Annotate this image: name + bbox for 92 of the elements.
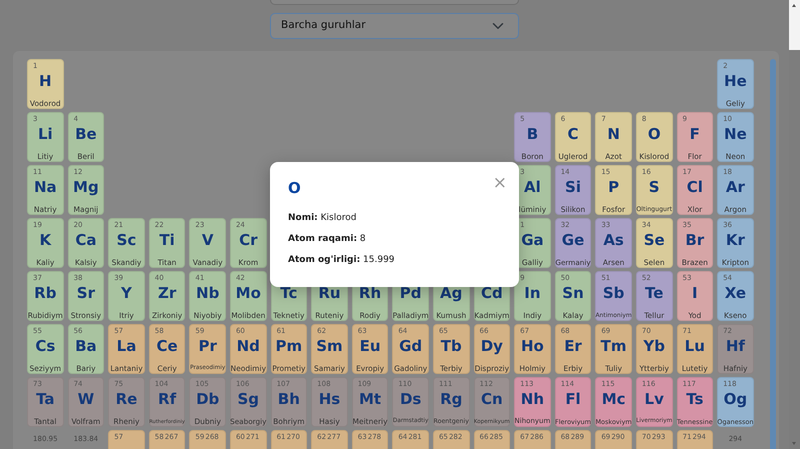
element-symbol: Al (523, 179, 542, 196)
element-symbol: Te (644, 285, 664, 302)
element-symbol: He (723, 73, 748, 90)
detail-text: Nomi: Kislorod (288, 213, 358, 224)
element-symbol: Dy (480, 338, 504, 354)
element-symbol: S (648, 179, 661, 196)
element-symbol: Rh (358, 285, 382, 302)
element-symbol: Cd (480, 285, 504, 302)
element-symbol: Eu (358, 338, 382, 354)
element-symbol: Tm (600, 338, 628, 354)
element-symbol: Hs (318, 391, 342, 408)
element-symbol: As (602, 232, 625, 248)
element-symbol: V (200, 232, 214, 248)
element-symbol: Cl (686, 179, 704, 196)
element-symbol: Bh (276, 391, 301, 408)
element-symbol: Mt (358, 391, 382, 408)
element-symbol: Er (563, 338, 583, 354)
detail-text: Atom raqami: 8 (288, 234, 367, 245)
element-symbol: Gd (398, 338, 424, 354)
element-symbol: Be (74, 126, 98, 142)
element-symbol: Cn (480, 391, 504, 408)
element-symbol: B (526, 126, 540, 142)
element-symbol: Ti (158, 232, 176, 248)
element-symbol: Re (114, 391, 138, 408)
element-symbol: Y (120, 285, 133, 302)
element-symbol: Pd (398, 285, 422, 302)
element-symbol: Sn (561, 285, 585, 302)
element-symbol: La (116, 338, 138, 354)
element-symbol: Cr (238, 232, 258, 248)
element-symbol: Sg (236, 391, 260, 408)
element-symbol: Nd (236, 338, 261, 354)
element-symbol: Kr (724, 232, 746, 248)
element-symbol: Li (36, 126, 54, 142)
element-symbol: Sm (315, 338, 344, 354)
element-symbol: Og (722, 391, 748, 408)
element-symbol: Sr (76, 285, 96, 302)
dialog-title: O (288, 179, 301, 197)
element-symbol: Ar (724, 179, 746, 196)
element-symbol: Se (642, 232, 666, 248)
element-symbol: Pr (197, 338, 218, 354)
element-symbol: Hf (724, 338, 746, 354)
element-symbol: Cs (34, 338, 56, 354)
element-symbol: Ga (520, 232, 545, 248)
element-symbol: F (688, 126, 701, 142)
element-symbol: Ba (74, 338, 98, 354)
element-symbol: Sb (602, 285, 626, 302)
element-symbol: Ag (439, 285, 464, 302)
element-symbol: Sc (116, 232, 138, 248)
scrollbar[interactable] (770, 59, 776, 449)
element-symbol: In (523, 285, 542, 302)
element-symbol: Ts (685, 391, 704, 408)
element-symbol: Rg (439, 391, 464, 408)
element-symbol: Ge (560, 232, 586, 248)
scroll-up-icon[interactable] (792, 4, 796, 7)
element-symbol: Ca (74, 232, 98, 248)
element-symbol: N (606, 126, 621, 142)
element-symbol: Mc (600, 391, 627, 408)
element-symbol: Lu (684, 338, 706, 354)
element-symbol: Ce (155, 338, 179, 354)
element-symbol: Si (564, 179, 582, 196)
element-symbol: Pm (274, 338, 304, 354)
element-symbol: Yb (642, 338, 666, 354)
element-symbol: Na (32, 179, 58, 196)
element-symbol: Ne (723, 126, 748, 142)
element-symbol: Nh (520, 391, 546, 408)
element-symbol: Mo (234, 285, 262, 302)
element-symbol: Rf (157, 391, 178, 408)
element-symbol: Fl (564, 391, 582, 408)
element-symbol: I (691, 285, 699, 302)
element-symbol: Zr (156, 285, 178, 302)
element-symbol: Ru (317, 285, 342, 302)
element-symbol: Ho (520, 338, 545, 354)
element-symbol: O (646, 126, 662, 142)
element-symbol: H (38, 73, 53, 90)
element-symbol: Xe (724, 285, 748, 302)
group-select[interactable]: Barcha guruhlar (270, 13, 519, 39)
element-symbol: Db (195, 391, 220, 408)
element-symbol: Br (684, 232, 706, 248)
element-symbol: Mg (72, 179, 100, 196)
element-symbol: Ds (398, 391, 422, 408)
element-symbol: C (566, 126, 580, 142)
element-symbol: Tb (440, 338, 463, 354)
scroll-down-icon[interactable] (792, 442, 796, 445)
element-symbol: Rb (33, 285, 58, 302)
element-symbol: Lv (644, 391, 665, 408)
element-symbol: K (38, 232, 52, 248)
element-symbol: Nb (195, 285, 220, 302)
element-symbol: W (76, 391, 96, 408)
element-symbol: Ta (35, 391, 56, 408)
element-symbol: P (607, 179, 620, 196)
element-symbol: Tc (279, 285, 298, 302)
detail-text: Atom og'irligi: 15.999 (288, 254, 396, 266)
